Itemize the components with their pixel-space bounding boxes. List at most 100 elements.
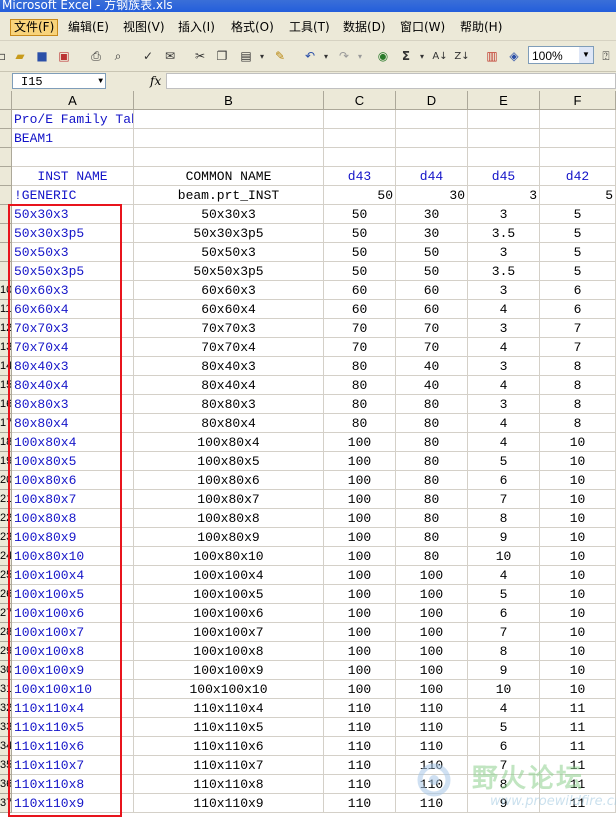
cell-e[interactable]: 5	[468, 718, 540, 737]
cell-a[interactable]: 110x110x4	[12, 699, 134, 718]
cell-b[interactable]: 100x100x9	[134, 661, 324, 680]
cell-d[interactable]: 100	[396, 604, 468, 623]
name-box-dropdown-icon[interactable]: ▼	[98, 74, 103, 90]
cell-f[interactable]	[540, 110, 616, 129]
cell-f[interactable]: 5	[540, 243, 616, 262]
formula-input[interactable]	[166, 73, 616, 89]
cell-b[interactable]: 70x70x3	[134, 319, 324, 338]
row-header[interactable]	[0, 167, 12, 186]
row-header[interactable]: 35	[0, 756, 12, 775]
save-icon[interactable]: ■	[34, 48, 50, 64]
row-header[interactable]: 18	[0, 433, 12, 452]
cell-c[interactable]: 100	[324, 680, 396, 699]
cell-d[interactable]: 100	[396, 661, 468, 680]
cell-f[interactable]: 10	[540, 642, 616, 661]
row-header[interactable]	[0, 205, 12, 224]
cell-c[interactable]: 50	[324, 205, 396, 224]
cell-a[interactable]: 80x40x4	[12, 376, 134, 395]
paste-icon[interactable]: ▤	[238, 48, 254, 64]
cell-f[interactable]: 10	[540, 433, 616, 452]
menu-data[interactable]: 数据(D)	[343, 20, 386, 35]
cell-c[interactable]: 110	[324, 756, 396, 775]
row-header[interactable]: 11	[0, 300, 12, 319]
copy-icon[interactable]: ❐	[214, 48, 230, 64]
cell-b[interactable]: 80x40x4	[134, 376, 324, 395]
row-header[interactable]: 26	[0, 585, 12, 604]
row-header[interactable]: 24	[0, 547, 12, 566]
cell-a[interactable]: 100x80x7	[12, 490, 134, 509]
cell-c[interactable]: 100	[324, 547, 396, 566]
column-header-c[interactable]: C	[324, 91, 396, 110]
cell-b[interactable]: 110x110x5	[134, 718, 324, 737]
cell-b[interactable]: 100x100x6	[134, 604, 324, 623]
cell-e[interactable]: 5	[468, 585, 540, 604]
cell-f[interactable]: 10	[540, 528, 616, 547]
cell-c[interactable]: 50	[324, 262, 396, 281]
row-header[interactable]: 10	[0, 281, 12, 300]
row-header[interactable]: 30	[0, 661, 12, 680]
cell-b[interactable]: 60x60x4	[134, 300, 324, 319]
cell-a[interactable]: !GENERIC	[12, 186, 134, 205]
cell-b[interactable]: 110x110x4	[134, 699, 324, 718]
cell-c[interactable]: 110	[324, 718, 396, 737]
cell-c[interactable]: 70	[324, 338, 396, 357]
permission-icon[interactable]: ▣	[56, 48, 72, 64]
menu-format[interactable]: 格式(O)	[231, 20, 274, 35]
cell-e[interactable]: 3.5	[468, 262, 540, 281]
cell-e[interactable]: 6	[468, 737, 540, 756]
row-header[interactable]: 25	[0, 566, 12, 585]
cell-e[interactable]: 6	[468, 604, 540, 623]
cell-c[interactable]: 100	[324, 528, 396, 547]
cell-a[interactable]: 110x110x8	[12, 775, 134, 794]
cell-e[interactable]: 9	[468, 661, 540, 680]
cell-f[interactable]: 5	[540, 262, 616, 281]
cell-c[interactable]: 50	[324, 243, 396, 262]
cell-d[interactable]: 110	[396, 775, 468, 794]
menu-edit[interactable]: 编辑(E)	[68, 20, 109, 35]
cell-e[interactable]: 10	[468, 680, 540, 699]
cell-c[interactable]: 100	[324, 623, 396, 642]
cell-b[interactable]: 70x70x4	[134, 338, 324, 357]
cell-d[interactable]: 60	[396, 281, 468, 300]
cell-d[interactable]: 70	[396, 319, 468, 338]
cell-f[interactable]: 6	[540, 281, 616, 300]
cell-d[interactable]: 80	[396, 452, 468, 471]
cell-c[interactable]: 50	[324, 186, 396, 205]
cell-b[interactable]: 50x30x3	[134, 205, 324, 224]
column-header-f[interactable]: F	[540, 91, 616, 110]
cell-d[interactable]: 110	[396, 718, 468, 737]
column-header-b[interactable]: B	[134, 91, 324, 110]
cell-a[interactable]: 60x60x4	[12, 300, 134, 319]
insert-function-icon[interactable]: fx	[150, 74, 161, 88]
sort-ascending-icon[interactable]: A↓	[432, 48, 448, 64]
cell-c[interactable]: 80	[324, 414, 396, 433]
cell-d[interactable]: 80	[396, 471, 468, 490]
row-header[interactable]: 17	[0, 414, 12, 433]
cell-b[interactable]: 100x100x7	[134, 623, 324, 642]
cell-d[interactable]: 80	[396, 414, 468, 433]
cell-a[interactable]: 100x100x10	[12, 680, 134, 699]
cell-a[interactable]: 100x100x8	[12, 642, 134, 661]
row-header[interactable]: 31	[0, 680, 12, 699]
cell-a[interactable]: 70x70x4	[12, 338, 134, 357]
cell-d[interactable]: 110	[396, 737, 468, 756]
cell-b[interactable]: 100x80x5	[134, 452, 324, 471]
cell-a[interactable]: 100x80x6	[12, 471, 134, 490]
cell-f[interactable]: d42	[540, 167, 616, 186]
row-header[interactable]: 20	[0, 471, 12, 490]
cell-c[interactable]: 100	[324, 509, 396, 528]
sort-descending-icon[interactable]: Z↓	[454, 48, 470, 64]
cell-f[interactable]: 5	[540, 186, 616, 205]
zoom-dropdown-icon[interactable]: ▼	[579, 47, 593, 63]
cell-f[interactable]: 10	[540, 509, 616, 528]
cell-e[interactable]: 5	[468, 452, 540, 471]
cell-f[interactable]: 7	[540, 319, 616, 338]
cell-f[interactable]: 10	[540, 623, 616, 642]
cell-f[interactable]: 10	[540, 490, 616, 509]
cell-f[interactable]: 10	[540, 566, 616, 585]
cell-a[interactable]: 100x80x9	[12, 528, 134, 547]
redo-dropdown-icon[interactable]: ▾	[352, 48, 368, 64]
cell-b[interactable]	[134, 110, 324, 129]
cell-d[interactable]: 110	[396, 794, 468, 813]
cell-a[interactable]: 80x80x3	[12, 395, 134, 414]
